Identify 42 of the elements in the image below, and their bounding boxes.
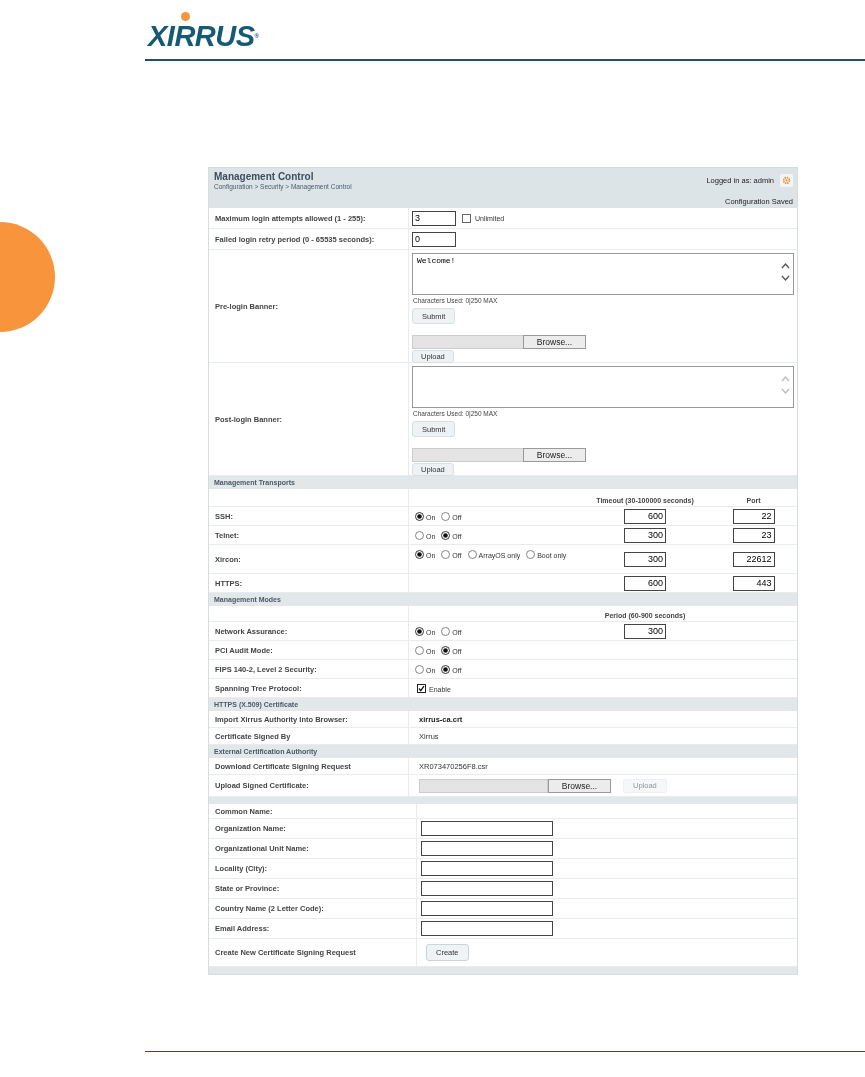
timeout-field[interactable]: 300 (624, 551, 666, 567)
text-field[interactable] (421, 841, 553, 856)
radio-button[interactable] (415, 665, 424, 674)
radio-button[interactable] (441, 531, 451, 540)
number-field[interactable]: 3 (412, 210, 456, 226)
timeout-field[interactable]: 600 (624, 508, 666, 524)
radio-button[interactable] (441, 627, 451, 636)
browse-button[interactable]: Browse... (523, 448, 586, 462)
text-field[interactable] (421, 901, 553, 916)
scroll-arrows-icon[interactable] (781, 261, 790, 283)
brand-logo: XIRRUS$^{®}$ (148, 23, 259, 49)
number-field[interactable]: 0 (412, 231, 456, 247)
text-field[interactable] (421, 881, 553, 896)
panel-title: Management Control (214, 171, 315, 182)
radio-button[interactable] (415, 627, 424, 636)
radio-button[interactable] (441, 550, 451, 559)
radio-button[interactable] (467, 550, 477, 559)
text-field[interactable] (421, 861, 553, 876)
text-field[interactable] (421, 921, 553, 936)
timeout-field[interactable]: 300 (624, 527, 666, 543)
radio-button[interactable] (415, 646, 424, 655)
port-field[interactable]: 22 (732, 508, 775, 524)
port-field[interactable]: 23 (732, 527, 775, 543)
radio-button[interactable] (415, 512, 424, 521)
file-path-field[interactable] (419, 778, 548, 793)
period-field[interactable]: 300 (624, 623, 666, 639)
radio-button[interactable] (441, 665, 451, 674)
radio-button[interactable] (415, 531, 424, 540)
radio-button[interactable] (441, 646, 451, 655)
radio-button[interactable] (415, 550, 424, 559)
text-field[interactable] (421, 821, 553, 836)
logo-dot-icon (181, 12, 190, 21)
banner-text-area[interactable] (412, 366, 794, 408)
browse-button[interactable]: Browse... (523, 335, 586, 349)
radio-button[interactable] (441, 512, 451, 521)
radio-button[interactable] (526, 550, 536, 559)
port-field[interactable]: 443 (732, 575, 775, 591)
checkbox[interactable] (462, 213, 471, 223)
timeout-field[interactable]: 600 (624, 575, 666, 591)
banner-text-area[interactable]: Welcome! (412, 253, 794, 295)
checkbox[interactable] (417, 684, 426, 693)
port-field[interactable]: 22612 (732, 551, 775, 567)
